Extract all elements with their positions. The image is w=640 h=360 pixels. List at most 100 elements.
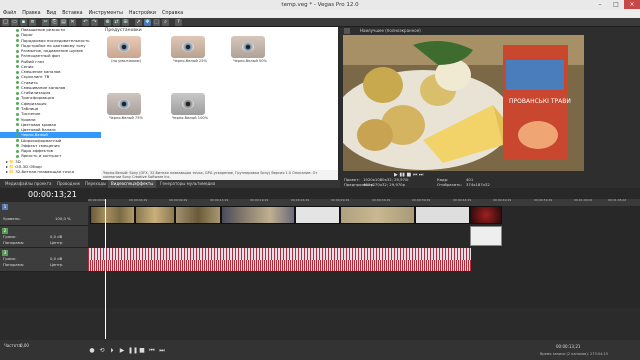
close-button[interactable]: ×	[624, 0, 640, 9]
menu-help[interactable]: Справка	[159, 10, 186, 17]
transport-bar	[0, 340, 640, 360]
vol-value: 0,0 dB	[50, 256, 63, 261]
record-time: Время записи (2 каналов): 273:04:15	[540, 352, 608, 356]
tree-folder[interactable]: ▸ 📁 32-битная плавающая точка	[0, 169, 101, 174]
go-to-end-icon[interactable]: ⏭	[158, 347, 166, 355]
tab-transitions[interactable]: Переходы	[82, 180, 109, 188]
audio-waveform-r[interactable]	[88, 260, 471, 271]
menu-insert[interactable]: Вставка	[59, 10, 85, 17]
window-docking-tabs: Медиафайлы проекта Проводник Переходы Ви…	[0, 180, 340, 188]
zoom-tool-icon[interactable]: ⌕	[162, 19, 169, 26]
record-icon[interactable]: ●	[88, 347, 96, 355]
toolbar: □ ▭ ▪ ≡ ✂ ⎘ ▤ ✕ ↶ ↷ ⊕ ⇄ ⊞ ➚ ✥ ⬚ ⌕ ?	[0, 18, 640, 27]
title-bar: temp.veg * - Vegas Pro 12.0 – □ ×	[0, 0, 640, 10]
level-label: Уровень:	[3, 216, 21, 221]
presets-header: Предустановки	[105, 28, 142, 33]
play-icon[interactable]: ▶	[118, 347, 126, 355]
normal-edit-tool-icon[interactable]: ➚	[135, 19, 142, 26]
video-clip[interactable]	[340, 206, 415, 224]
maximize-button[interactable]: □	[608, 0, 624, 9]
audio-track-2-header[interactable]: 3 Громк: 0,0 dB Панорама: Центр	[0, 248, 88, 272]
menu-edit[interactable]: Правка	[19, 10, 43, 17]
timecode: 00:00:13;21	[28, 190, 77, 199]
cut-icon[interactable]: ✂	[42, 19, 49, 26]
pan-label: Панорама:	[3, 262, 25, 267]
lock-envelopes-icon[interactable]: ⊞	[122, 19, 129, 26]
level-value: 100,0 %	[55, 216, 71, 221]
open-icon[interactable]: ▭	[11, 19, 18, 26]
video-clip[interactable]	[415, 206, 470, 224]
help-icon[interactable]: ?	[175, 19, 182, 26]
end-time: 00:00:13;21	[556, 344, 581, 349]
snap-icon[interactable]: ⊕	[104, 19, 111, 26]
preset-thumbnail	[107, 36, 141, 58]
generated-media-clip[interactable]	[470, 226, 502, 246]
display-value: 374x187x32	[466, 182, 490, 187]
video-clip[interactable]	[221, 206, 295, 224]
delete-icon[interactable]: ✕	[69, 19, 76, 26]
menu-bar: Файл Правка Вид Вставка Инструменты Настройки…	[0, 10, 640, 18]
preset-thumbnail	[171, 93, 205, 115]
video-clip[interactable]	[295, 206, 340, 224]
auto-ripple-icon[interactable]: ⇄	[113, 19, 120, 26]
paste-icon[interactable]: ▤	[60, 19, 67, 26]
vol-label: Громк:	[3, 234, 17, 239]
food-scene-image: ПРОВАНСЬКІ ТРАВИ	[343, 35, 584, 171]
preset-thumbnail	[107, 93, 141, 115]
tab-media-generators[interactable]: Генераторы мультимедиа	[157, 180, 218, 188]
preset-bw-75[interactable]: Черно-белый 75%	[107, 93, 145, 120]
preset-thumbnail	[231, 36, 265, 58]
playhead[interactable]	[105, 199, 106, 339]
undo-icon[interactable]: ↶	[82, 19, 89, 26]
audio-waveform-l[interactable]	[88, 248, 471, 260]
pan-value: Центр	[50, 240, 63, 245]
preview-settings-icon[interactable]	[344, 28, 350, 34]
redo-icon[interactable]: ↷	[91, 19, 98, 26]
stop-icon[interactable]: ■	[138, 347, 146, 355]
menu-file[interactable]: Файл	[0, 10, 19, 17]
audio-track-1-header[interactable]: 2 Громк: 0,0 dB Панорама: Центр	[0, 226, 88, 248]
minimize-button[interactable]: –	[592, 0, 608, 9]
tab-video-fx[interactable]: Видеоспецэффекты	[108, 180, 157, 188]
plugin-description: Черно-белый: Sony (OFX, 32-битная плаваю…	[101, 170, 338, 180]
preset-default[interactable]: (по умолчанию)	[107, 36, 145, 63]
vol-label: Громк:	[3, 256, 17, 261]
fx-tree: Повышение резкости Порог Порядковая посл…	[0, 27, 101, 179]
video-frame: ПРОВАНСЬКІ ТРАВИ	[343, 35, 584, 171]
tab-project-media[interactable]: Медиафайлы проекта	[2, 180, 54, 188]
video-clip-title[interactable]	[470, 206, 502, 224]
track-number: 1	[2, 204, 8, 210]
packet-label: ПРОВАНСЬКІ ТРАВИ	[509, 98, 571, 105]
tab-explorer[interactable]: Проводник	[54, 180, 83, 188]
new-icon[interactable]: □	[2, 19, 9, 26]
loop-icon[interactable]: ⟲	[98, 347, 106, 355]
vol-value: 0,0 dB	[50, 234, 63, 239]
pan-label: Панорама:	[3, 240, 25, 245]
video-track-header[interactable]: 1 Уровень: 100,0 %	[0, 202, 88, 226]
preset-thumbnail	[171, 36, 205, 58]
video-clip[interactable]	[135, 206, 175, 224]
menu-tools[interactable]: Инструменты	[86, 10, 126, 17]
menu-options[interactable]: Настройки	[126, 10, 159, 17]
play-from-start-icon[interactable]: ⏵	[108, 347, 116, 355]
window-title: temp.veg * - Vegas Pro 12.0	[281, 2, 359, 8]
rate-value: 0,00	[20, 343, 29, 348]
preset-bw-100[interactable]: Черно-белый 100%	[171, 93, 209, 120]
preset-bw-50[interactable]: Черно-белый 50%	[231, 36, 269, 63]
save-icon[interactable]: ▪	[20, 19, 27, 26]
preview-quality[interactable]: Наилучшее (полноэкранное)	[360, 28, 421, 33]
video-clip[interactable]	[90, 206, 135, 224]
presets-panel: Предустановки (по умолчанию) Черно-белый…	[101, 27, 338, 170]
copy-icon[interactable]: ⎘	[51, 19, 58, 26]
video-clip[interactable]	[175, 206, 221, 224]
selection-tool-icon[interactable]: ⬚	[153, 19, 160, 26]
go-to-start-icon[interactable]: ⏮	[148, 347, 156, 355]
pause-icon[interactable]: ❚❚	[128, 347, 138, 355]
timeline-ruler[interactable]: 00:00:00;00 00:00:04;29 00:00:09;29 00:0…	[88, 198, 640, 206]
properties-icon[interactable]: ≡	[29, 19, 36, 26]
pan-value: Центр	[50, 262, 63, 267]
preset-bw-25[interactable]: Черно-белый 25%	[171, 36, 209, 63]
menu-view[interactable]: Вид	[44, 10, 60, 17]
display-label: Отобразить:	[437, 182, 462, 187]
envelope-tool-icon[interactable]: ✥	[144, 19, 151, 26]
